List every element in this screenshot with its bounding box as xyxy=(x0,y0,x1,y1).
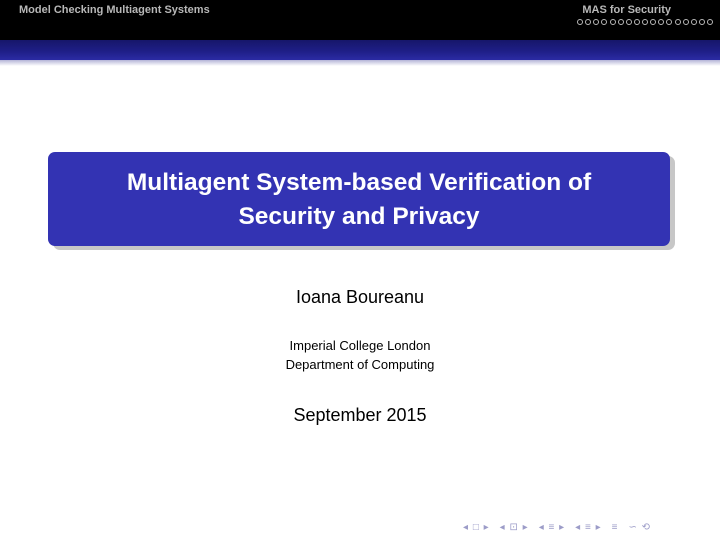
frame-progress-dot[interactable] xyxy=(698,19,705,25)
frame-progress-dot[interactable] xyxy=(682,19,689,25)
subsection-icon[interactable]: ⊡ xyxy=(509,522,518,533)
frame-progress-dot[interactable] xyxy=(707,19,713,25)
appendix-nav[interactable]: ≡ xyxy=(612,522,619,533)
headline-bar: Model Checking Multiagent Systems MAS fo… xyxy=(0,0,720,40)
next-arrow-icon[interactable]: ▸ xyxy=(523,522,529,533)
prev-arrow-icon[interactable]: ◂ xyxy=(463,522,469,533)
prev-arrow-icon[interactable]: ◂ xyxy=(539,522,545,533)
prev-arrow-icon[interactable]: ◂ xyxy=(500,522,506,533)
section-nav[interactable]: ◂ ≡ ▸ xyxy=(539,522,565,533)
next-arrow-icon[interactable]: ▸ xyxy=(484,522,490,533)
frame-progress-dot[interactable] xyxy=(658,19,665,25)
frame-progress-dot[interactable] xyxy=(617,19,624,25)
frame-progress-dot[interactable] xyxy=(674,19,681,25)
frame-progress-dot[interactable] xyxy=(642,19,648,25)
search-icon[interactable]: ∽ xyxy=(628,522,637,533)
band-shadow xyxy=(0,60,720,66)
presentation-date: September 2015 xyxy=(293,405,427,425)
frame-progress-dot[interactable] xyxy=(625,19,632,25)
frame-progress-dot[interactable] xyxy=(666,19,673,25)
institute-line-2: Department of Computing xyxy=(285,357,435,372)
document-nav[interactable]: ◂ ≡ ▸ xyxy=(575,522,601,533)
frame-progress-dot[interactable] xyxy=(633,19,640,25)
appendix-icon[interactable]: ≡ xyxy=(612,522,619,533)
author-name: Ioana Boureanu xyxy=(295,287,425,307)
frame-progress-dot[interactable] xyxy=(609,19,616,25)
frame-progress-dot[interactable] xyxy=(690,19,697,25)
navigation-symbols: ◂ □ ▸ ◂ ⊡ ▸ ◂ ≡ ▸ ◂ ≡ ▸ ≡ ∽ ⟲ xyxy=(463,520,661,534)
next-arrow-icon[interactable]: ▸ xyxy=(596,522,602,533)
frame-progress-dot[interactable] xyxy=(650,19,657,25)
title-line-1: Multiagent System-based Verification of xyxy=(126,169,592,196)
section-title[interactable]: MAS for Security xyxy=(582,4,671,16)
headline-band xyxy=(0,40,720,60)
frame-progress-dot[interactable] xyxy=(593,19,600,25)
title-line-2: Security and Privacy xyxy=(238,203,480,230)
next-arrow-icon[interactable]: ▸ xyxy=(559,522,565,533)
presentation-short-title[interactable]: Model Checking Multiagent Systems xyxy=(19,4,210,16)
frame-icon[interactable]: □ xyxy=(473,522,480,533)
prev-arrow-icon[interactable]: ◂ xyxy=(575,522,581,533)
frame-nav[interactable]: ◂ □ ▸ xyxy=(463,522,490,533)
document-icon[interactable]: ≡ xyxy=(585,522,592,533)
frame-progress-dot[interactable] xyxy=(577,19,583,25)
back-icon[interactable]: ⟲ xyxy=(642,522,651,533)
frame-progress-dot[interactable] xyxy=(585,19,592,25)
title-box: Multiagent System-based Verification of … xyxy=(48,152,670,246)
frame-progress-dot[interactable] xyxy=(601,19,608,25)
subsection-nav[interactable]: ◂ ⊡ ▸ xyxy=(500,522,529,533)
frame-progress-dots xyxy=(577,19,713,28)
institute-line-1: Imperial College London xyxy=(289,338,431,353)
section-icon[interactable]: ≡ xyxy=(549,522,556,533)
search-back-nav[interactable]: ∽ ⟲ xyxy=(628,522,651,533)
